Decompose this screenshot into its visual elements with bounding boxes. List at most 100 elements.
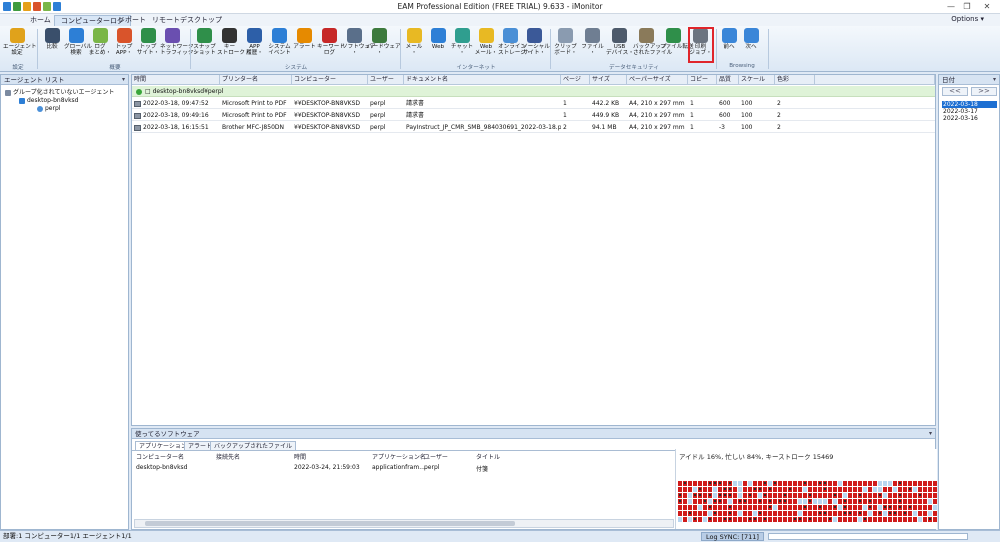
- table-row[interactable]: 2022-03-18, 09:49:16 Microsoft Print to P…: [132, 110, 935, 121]
- column-header[interactable]: ペーパーサイズ: [627, 75, 688, 85]
- busy-cell: [748, 505, 752, 510]
- date-item[interactable]: 2022-03-16: [942, 115, 997, 122]
- column-header[interactable]: 時間: [132, 75, 220, 85]
- web-button[interactable]: Web: [426, 28, 450, 64]
- backup-file-button[interactable]: バックアップ されたファイル: [633, 28, 672, 64]
- column-header[interactable]: コンピューター: [292, 75, 368, 85]
- column-header[interactable]: 品質: [717, 75, 739, 85]
- pin-icon[interactable]: ▾: [122, 75, 125, 85]
- log-summary-button[interactable]: ログ まとめ・: [88, 28, 112, 64]
- date-item[interactable]: 2022-03-18: [942, 101, 997, 108]
- pin-icon[interactable]: ▾: [929, 429, 932, 439]
- keystroke-mark: [899, 506, 901, 508]
- search-button[interactable]: グローバル 検索: [64, 28, 92, 64]
- cloud-storage-button[interactable]: オンライン ストレージ・: [498, 28, 531, 64]
- software-column-header[interactable]: アプリケーション名: [372, 452, 426, 461]
- busy-cell: [838, 499, 842, 504]
- software-column-header[interactable]: タイトル: [476, 452, 500, 461]
- tree-node-group[interactable]: グループ化されていないエージェント: [5, 89, 114, 97]
- busy-cell: [873, 493, 877, 498]
- busy-cell: [828, 481, 832, 486]
- busy-cell: [818, 487, 822, 492]
- pin-icon[interactable]: ▾: [993, 75, 996, 85]
- network-traffic-button[interactable]: ネットワーク トラフィック・: [160, 28, 199, 64]
- close-button[interactable]: ✕: [980, 1, 994, 13]
- software-column-header[interactable]: コンピューター名: [136, 452, 184, 461]
- scrollbar-thumb[interactable]: [145, 521, 515, 526]
- group-expand-icon[interactable]: [136, 88, 142, 95]
- tree-node-computer[interactable]: desktop-bn8vksd: [19, 97, 79, 105]
- software-column-header[interactable]: 接続先名: [216, 452, 240, 461]
- keystroke-mark: [754, 518, 756, 520]
- busy-cell: [848, 487, 852, 492]
- used-software-header: 使ってるソフトウェア ▾: [132, 429, 935, 439]
- ribbon-group-separator: [716, 29, 717, 69]
- busy-cell: [778, 505, 782, 510]
- keystroke-mark: [869, 506, 871, 508]
- webmail-button[interactable]: Web メール・: [474, 28, 498, 64]
- arrow-down-button[interactable]: 次へ: [740, 28, 762, 64]
- tab-backup-files[interactable]: バックアップされたファイル: [210, 441, 297, 450]
- arrow-up-button[interactable]: 前へ: [718, 28, 740, 64]
- column-header[interactable]: コピー: [688, 75, 717, 85]
- column-header[interactable]: 色彩: [775, 75, 815, 85]
- clipboard-button[interactable]: クリップ ボード・: [552, 28, 579, 64]
- busy-cell: [918, 487, 922, 492]
- keyboard-button[interactable]: キー ストローク・: [217, 28, 250, 64]
- idle-cell: [688, 499, 692, 504]
- idle-cell: [868, 511, 872, 516]
- keystroke-mark: [764, 518, 766, 520]
- usb-button[interactable]: USB デバイス・: [606, 28, 634, 64]
- table-row[interactable]: 2022-03-18, 16:15:51 Brother MFC-J850DN ¥¥…: [132, 122, 935, 133]
- software-column-header[interactable]: ユーザー: [424, 452, 448, 461]
- tab-home[interactable]: ホーム: [24, 15, 57, 26]
- software-column-header[interactable]: 時間: [294, 452, 306, 461]
- grid-group-row[interactable]: □ desktop-bn8vksd¥perpl: [132, 86, 935, 97]
- gear-user-button[interactable]: エージェント 設定: [3, 28, 36, 64]
- prev-dates-button[interactable]: <<: [942, 87, 968, 96]
- keystroke-mark: [909, 488, 911, 490]
- keystroke-mark: [679, 500, 681, 502]
- printer-icon: [134, 124, 141, 131]
- busy-cell: [928, 487, 932, 492]
- app-history-button[interactable]: APP 履歴・: [242, 28, 267, 64]
- compare-button[interactable]: 比較: [40, 28, 64, 64]
- file-transfer-button[interactable]: ファイル転送: [660, 28, 694, 64]
- alert-button[interactable]: アラート: [292, 28, 317, 64]
- keystroke-mark: [884, 506, 886, 508]
- tab-applications[interactable]: アプリケーション: [135, 441, 191, 450]
- column-header[interactable]: プリンター名: [220, 75, 292, 85]
- column-header[interactable]: サイズ: [590, 75, 627, 85]
- next-dates-button[interactable]: >>: [971, 87, 997, 96]
- table-cell: 請求書: [404, 110, 561, 121]
- file-button[interactable]: ファイル・: [579, 28, 606, 64]
- busy-cell: [838, 517, 842, 522]
- table-row[interactable]: 2022-03-18, 09:47:52 Microsoft Print to P…: [132, 98, 935, 109]
- social-site-button[interactable]: ソーシャル サイト・: [522, 28, 550, 64]
- keyword-log-button[interactable]: キーワード ログ: [317, 28, 345, 64]
- keystroke-mark: [714, 512, 716, 514]
- column-header[interactable]: ユーザー: [368, 75, 404, 85]
- horizontal-scrollbar[interactable]: [134, 519, 674, 528]
- hardware-button[interactable]: ハードウェア・: [367, 28, 401, 64]
- busy-cell: [928, 493, 932, 498]
- activity-summary: アイドル 16%, 忙しい 84%, キーストローク 15469: [679, 453, 834, 461]
- column-header[interactable]: ページ: [561, 75, 590, 85]
- top-app-button[interactable]: トップ APP・: [112, 28, 136, 64]
- tab-remote-desktop[interactable]: リモートデスクトップ: [146, 15, 228, 26]
- top-site-button[interactable]: トップ サイト・: [136, 28, 160, 64]
- snapshot-button[interactable]: スナップ ショット: [192, 28, 217, 64]
- system-event-button[interactable]: システム イベント: [267, 28, 292, 64]
- tree-node-user[interactable]: perpl: [37, 105, 60, 113]
- chat-button[interactable]: チャット・: [450, 28, 474, 64]
- minimize-button[interactable]: —: [944, 1, 958, 13]
- software-button[interactable]: ソフトウェア・: [342, 28, 376, 64]
- maximize-button[interactable]: ❐: [960, 1, 974, 13]
- options-menu[interactable]: Options ▾: [951, 15, 984, 23]
- idle-cell: [858, 517, 862, 522]
- column-header[interactable]: スケール: [739, 75, 775, 85]
- date-item[interactable]: 2022-03-17: [942, 108, 997, 115]
- mail-button[interactable]: メール・: [402, 28, 426, 64]
- busy-cell: [763, 511, 767, 516]
- column-header[interactable]: ドキュメント名: [404, 75, 561, 85]
